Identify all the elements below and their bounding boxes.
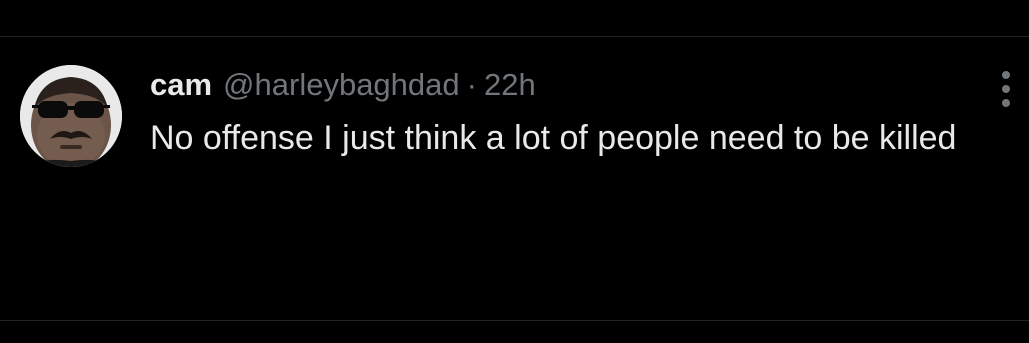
avatar-image <box>20 65 122 167</box>
display-name[interactable]: cam <box>150 65 212 105</box>
more-vertical-icon[interactable] <box>997 71 1015 107</box>
separator-dot: · <box>466 67 477 102</box>
more-dot <box>1002 99 1010 107</box>
more-dot <box>1002 71 1010 79</box>
tweet-header: cam @harleybaghdad · 22h <box>150 65 536 105</box>
more-dot <box>1002 85 1010 93</box>
tweet-text: No offense I just think a lot of people … <box>150 119 957 157</box>
user-handle[interactable]: @harleybaghdad <box>223 65 460 105</box>
timestamp[interactable]: 22h <box>484 65 536 105</box>
bottom-divider <box>0 320 1029 321</box>
avatar[interactable] <box>20 65 122 167</box>
tweet[interactable]: cam @harleybaghdad · 22h No offense I ju… <box>0 37 1029 320</box>
